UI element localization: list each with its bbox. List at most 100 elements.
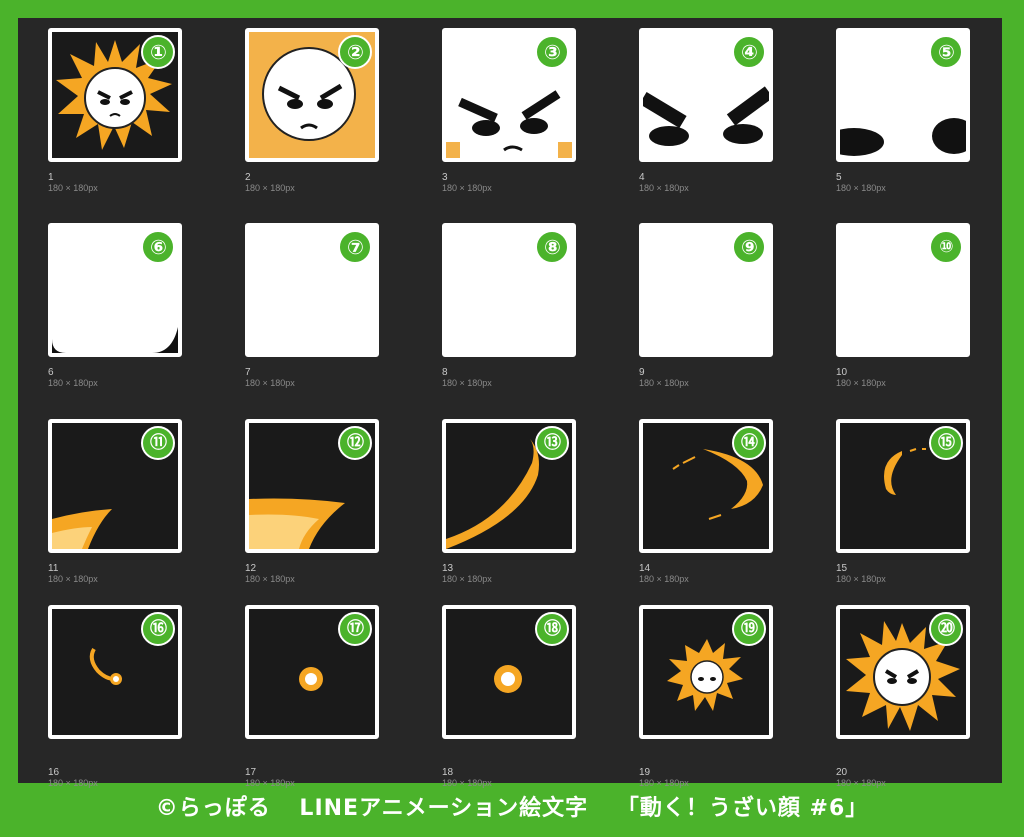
frame-index-label: 18: [442, 767, 454, 778]
frame-size-label: 180 × 180px: [442, 378, 492, 388]
frame-index-label: 12: [245, 563, 257, 574]
frame-number-badge: ⑥: [141, 230, 175, 264]
frame-thumbnail[interactable]: ⑭: [639, 419, 773, 553]
frame-thumbnail[interactable]: ⑨: [639, 223, 773, 357]
frame-6[interactable]: ⑥ 6 180 × 180px: [48, 223, 228, 388]
frame-size-label: 180 × 180px: [48, 778, 98, 788]
frame-number-badge: ③: [535, 35, 569, 69]
frame-number-badge: ⑫: [338, 426, 372, 460]
copyright-text: ©らっぽる: [155, 796, 271, 821]
frame-size-label: 180 × 180px: [836, 183, 886, 193]
frame-number-badge: ①: [141, 35, 175, 69]
frame-thumbnail[interactable]: ②: [245, 28, 379, 162]
frame-size-label: 180 × 180px: [639, 574, 689, 584]
frame-thumbnail[interactable]: ⑱: [442, 605, 576, 739]
title-text: 「動く！うざい顔 #6」: [616, 796, 869, 821]
frame-number-badge: ⑭: [732, 426, 766, 460]
frame-size-label: 180 × 180px: [245, 778, 295, 788]
frame-thumbnail[interactable]: ⑧: [442, 223, 576, 357]
frame-11[interactable]: ⑪ 11 180 × 180px: [48, 419, 228, 584]
frame-size-label: 180 × 180px: [245, 183, 295, 193]
frame-index-label: 16: [48, 767, 60, 778]
frame-number-badge: ⑨: [732, 230, 766, 264]
frame-thumbnail[interactable]: ⑳: [836, 605, 970, 739]
frame-size-label: 180 × 180px: [442, 183, 492, 193]
frame-thumbnail[interactable]: ⑯: [48, 605, 182, 739]
frame-20[interactable]: ⑳ 20 180 × 180px: [836, 605, 1016, 788]
frame-size-label: 180 × 180px: [836, 778, 886, 788]
frame-index-label: 5: [836, 172, 842, 183]
frame-size-label: 180 × 180px: [639, 378, 689, 388]
frame-number-badge: ④: [732, 35, 766, 69]
frame-size-label: 180 × 180px: [836, 574, 886, 584]
frame-3[interactable]: ③ 3 180 × 180px: [442, 28, 622, 193]
frame-size-label: 180 × 180px: [245, 378, 295, 388]
frame-size-label: 180 × 180px: [442, 778, 492, 788]
frame-number-badge: ⑧: [535, 230, 569, 264]
frame-12[interactable]: ⑫ 12 180 × 180px: [245, 419, 425, 584]
frame-thumbnail[interactable]: ①: [48, 28, 182, 162]
frame-grid-panel: ① 1 180 × 180px ② 2 180 × 180px ③ 3 180 …: [18, 18, 1002, 788]
frame-1[interactable]: ① 1 180 × 180px: [48, 28, 228, 193]
frame-thumbnail[interactable]: ⑬: [442, 419, 576, 553]
frame-thumbnail[interactable]: ⑩: [836, 223, 970, 357]
frame-14[interactable]: ⑭ 14 180 × 180px: [639, 419, 819, 584]
frame-size-label: 180 × 180px: [245, 574, 295, 584]
frame-size-label: 180 × 180px: [48, 183, 98, 193]
frame-thumbnail[interactable]: ⑮: [836, 419, 970, 553]
frame-size-label: 180 × 180px: [442, 574, 492, 584]
frame-thumbnail[interactable]: ⑤: [836, 28, 970, 162]
frame-index-label: 20: [836, 767, 848, 778]
frame-index-label: 4: [639, 172, 645, 183]
frame-4[interactable]: ④ 4 180 × 180px: [639, 28, 819, 193]
frame-index-label: 15: [836, 563, 848, 574]
frame-size-label: 180 × 180px: [639, 183, 689, 193]
product-text: LINEアニメーション絵文字: [299, 796, 589, 821]
frame-10[interactable]: ⑩ 10 180 × 180px: [836, 223, 1016, 388]
frame-number-badge: ⑩: [929, 230, 963, 264]
frame-thumbnail[interactable]: ⑰: [245, 605, 379, 739]
frame-thumbnail[interactable]: ⑦: [245, 223, 379, 357]
frame-7[interactable]: ⑦ 7 180 × 180px: [245, 223, 425, 388]
frame-index-label: 14: [639, 563, 651, 574]
frame-thumbnail[interactable]: ⑪: [48, 419, 182, 553]
frame-5[interactable]: ⑤ 5 180 × 180px: [836, 28, 1016, 193]
frame-thumbnail[interactable]: ③: [442, 28, 576, 162]
footer-caption: ©らっぽる LINEアニメーション絵文字 「動く！うざい顔 #6」: [0, 790, 1024, 822]
frame-16[interactable]: ⑯ 16 180 × 180px: [48, 605, 228, 788]
frame-size-label: 180 × 180px: [639, 778, 689, 788]
frame-13[interactable]: ⑬ 13 180 × 180px: [442, 419, 622, 584]
frame-number-badge: ②: [338, 35, 372, 69]
frame-number-badge: ⑦: [338, 230, 372, 264]
frame-number-badge: ⑤: [929, 35, 963, 69]
frame-number-badge: ⑮: [929, 426, 963, 460]
frame-index-label: 6: [48, 367, 54, 378]
frame-size-label: 180 × 180px: [48, 378, 98, 388]
frame-index-label: 9: [639, 367, 645, 378]
frame-thumbnail[interactable]: ⑲: [639, 605, 773, 739]
frame-index-label: 8: [442, 367, 448, 378]
frame-index-label: 2: [245, 172, 251, 183]
frame-number-badge: ⑲: [732, 612, 766, 646]
frame-8[interactable]: ⑧ 8 180 × 180px: [442, 223, 622, 388]
frame-number-badge: ⑰: [338, 612, 372, 646]
frame-index-label: 17: [245, 767, 257, 778]
frame-15[interactable]: ⑮ 15 180 × 180px: [836, 419, 1016, 584]
frame-19[interactable]: ⑲ 19 180 × 180px: [639, 605, 819, 788]
frame-number-badge: ⑯: [141, 612, 175, 646]
frame-number-badge: ⑪: [141, 426, 175, 460]
frame-number-badge: ⑱: [535, 612, 569, 646]
frame-thumbnail[interactable]: ④: [639, 28, 773, 162]
frame-index-label: 3: [442, 172, 448, 183]
frame-index-label: 13: [442, 563, 454, 574]
frame-index-label: 1: [48, 172, 54, 183]
frame-2[interactable]: ② 2 180 × 180px: [245, 28, 425, 193]
frame-size-label: 180 × 180px: [836, 378, 886, 388]
frame-17[interactable]: ⑰ 17 180 × 180px: [245, 605, 425, 788]
frame-9[interactable]: ⑨ 9 180 × 180px: [639, 223, 819, 388]
frame-thumbnail[interactable]: ⑥: [48, 223, 182, 357]
frame-18[interactable]: ⑱ 18 180 × 180px: [442, 605, 622, 788]
frame-index-label: 11: [48, 563, 59, 574]
frame-thumbnail[interactable]: ⑫: [245, 419, 379, 553]
frame-number-badge: ⑳: [929, 612, 963, 646]
